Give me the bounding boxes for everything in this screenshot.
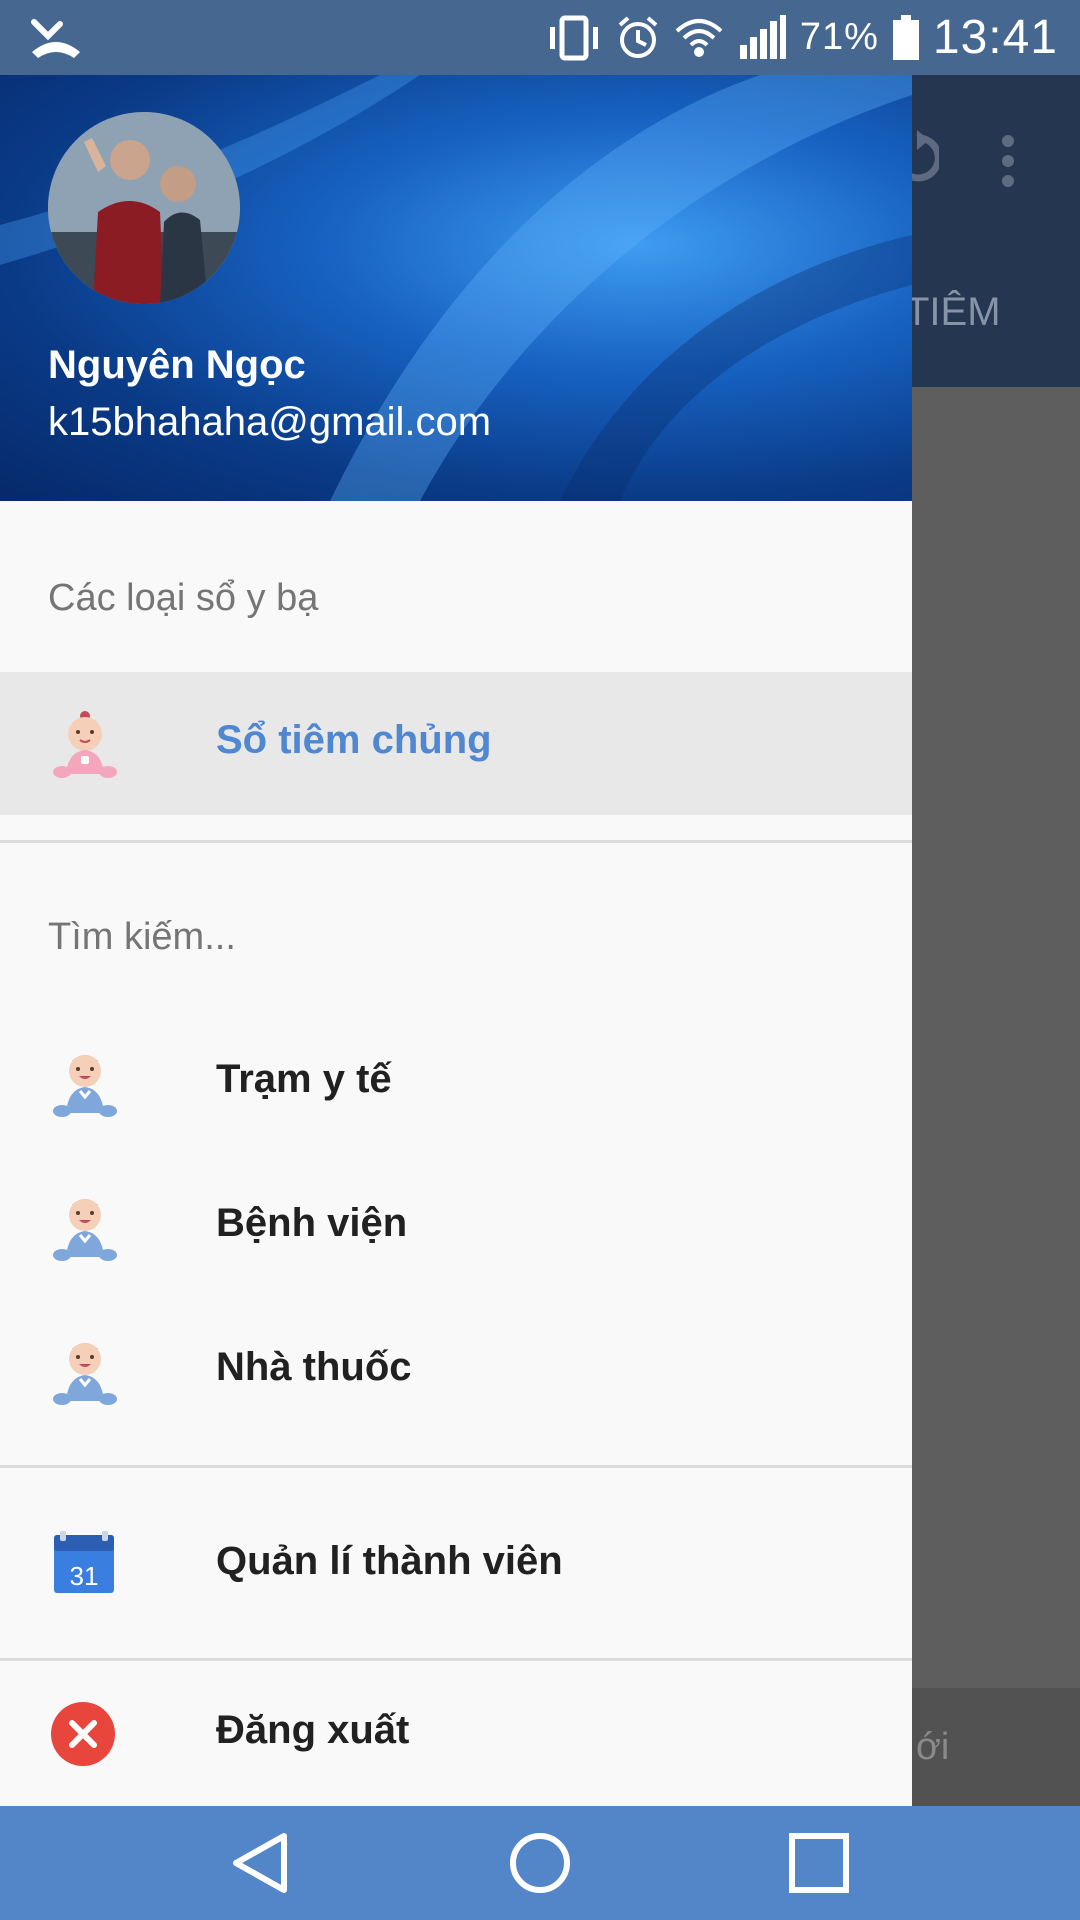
background-tab-label: TIÊM — [905, 290, 1001, 334]
alarm-icon — [618, 15, 658, 58]
menu-label: Quản lí thành viên — [216, 1539, 563, 1583]
user-avatar[interactable] — [48, 112, 240, 304]
menu-item-vaccination-book[interactable]: Sổ tiêm chủng — [0, 672, 912, 815]
wifi-icon — [675, 18, 723, 57]
clock: 13:41 — [932, 11, 1058, 64]
menu-item-health-station[interactable]: Trạm y tế — [0, 1011, 912, 1154]
home-icon[interactable] — [507, 1830, 573, 1896]
menu-item-pharmacy[interactable]: Nhà thuốc — [0, 1299, 912, 1442]
status-bar: 71% 13:41 — [0, 0, 1080, 75]
battery-percent: 71% — [799, 16, 879, 58]
user-name: Nguyên Ngọc — [48, 343, 306, 387]
calendar-icon: 31 — [54, 1531, 114, 1593]
back-icon[interactable] — [228, 1830, 294, 1896]
navigation-drawer: Nguyên Ngọc k15bhahaha@gmail.com Các loạ… — [0, 75, 912, 1806]
background-bottom-text: ới — [916, 1726, 950, 1768]
section-header-record-types: Các loại sổ y bạ — [48, 577, 319, 619]
menu-item-manage-members[interactable]: 31 Quản lí thành viên — [0, 1493, 912, 1636]
menu-item-hospital[interactable]: Bệnh viện — [0, 1155, 912, 1298]
menu-label: Nhà thuốc — [216, 1345, 412, 1389]
missed-call-icon — [31, 19, 80, 58]
baby-boy-icon — [53, 1055, 117, 1117]
calendar-day: 31 — [70, 1561, 99, 1591]
baby-boy-icon — [53, 1343, 117, 1405]
recent-apps-icon[interactable] — [786, 1830, 852, 1896]
menu-label: Trạm y tế — [216, 1057, 392, 1101]
system-nav-bar — [0, 1806, 1080, 1920]
vibrate-icon — [549, 15, 598, 60]
user-email: k15bhahaha@gmail.com — [48, 400, 492, 444]
baby-girl-icon — [53, 711, 117, 778]
divider — [0, 1465, 912, 1468]
divider — [0, 1658, 912, 1661]
divider — [0, 840, 912, 843]
baby-boy-icon — [53, 1199, 117, 1261]
section-header-search: Tìm kiếm... — [48, 916, 236, 958]
background-bottom-bar: ới — [912, 1688, 1080, 1806]
logout-close-icon — [51, 1702, 115, 1766]
battery-icon — [892, 14, 919, 60]
menu-label: Đăng xuất — [216, 1708, 410, 1752]
drawer-header: Nguyên Ngọc k15bhahaha@gmail.com — [0, 75, 912, 501]
menu-item-logout[interactable]: Đăng xuất — [0, 1662, 912, 1805]
avatar-photo — [48, 112, 240, 304]
more-options-icon — [1002, 135, 1014, 187]
menu-label: Sổ tiêm chủng — [216, 718, 492, 762]
menu-label: Bệnh viện — [216, 1201, 408, 1245]
signal-icon — [739, 14, 786, 59]
